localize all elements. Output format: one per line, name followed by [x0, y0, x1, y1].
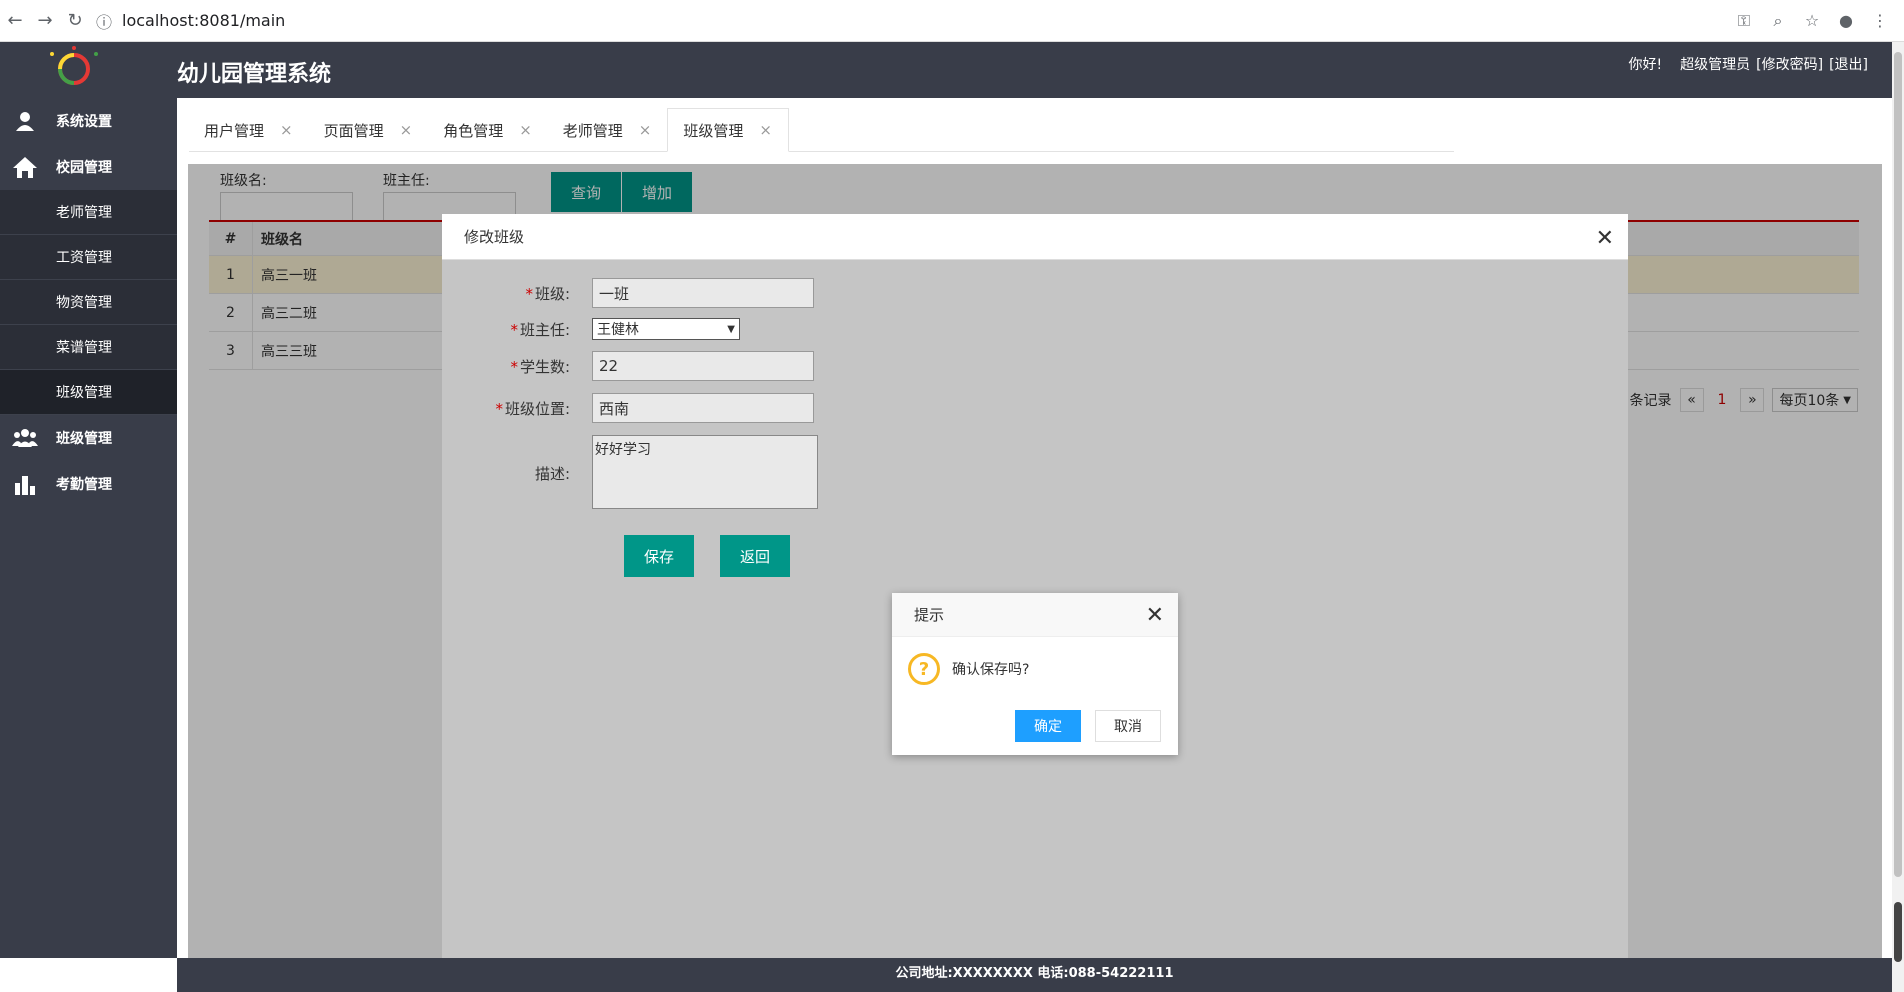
teacher-select[interactable]: 王健林 ▼: [592, 318, 740, 340]
students-label: * 学生数:: [442, 356, 570, 377]
star-icon[interactable]: ☆: [1800, 11, 1824, 30]
sidebar: 系统设置 校园管理 老师管理 工资管理 物资管理 菜谱管理 班级管理 班级管理 …: [0, 98, 177, 958]
close-icon[interactable]: ×: [280, 121, 293, 139]
modal-title: 修改班级: [442, 214, 1628, 260]
sidebar-item-menu[interactable]: 菜谱管理: [0, 325, 177, 370]
sidebar-item-label: 考勤管理: [56, 477, 112, 493]
scrollbar-thumb-lower[interactable]: [1894, 902, 1902, 962]
url-text[interactable]: localhost:8081/main: [122, 11, 285, 30]
sidebar-item-label: 校园管理: [56, 160, 112, 176]
location-field[interactable]: 西南: [592, 393, 814, 423]
key-icon[interactable]: ⚿: [1732, 11, 1756, 31]
user-bar: 你好! 超级管理员 [修改密码] [退出]: [1629, 54, 1869, 74]
chevron-down-icon: ▼: [727, 323, 735, 335]
profile-icon[interactable]: ●: [1834, 11, 1858, 30]
sidebar-item-supplies[interactable]: 物资管理: [0, 280, 177, 325]
sidebar-item-label: 系统设置: [56, 114, 112, 130]
close-icon[interactable]: ×: [639, 121, 652, 139]
tab-label: 老师管理: [562, 121, 623, 140]
tab-label: 用户管理: [204, 121, 265, 140]
sidebar-item-label: 班级管理: [56, 431, 112, 447]
teacher-value: 王健林: [597, 322, 639, 338]
tab-teachers[interactable]: 老师管理 ×: [548, 108, 668, 152]
confirm-dialog: 提示 ✕ ? 确认保存吗? 确定 取消: [892, 593, 1178, 755]
tab-roles[interactable]: 角色管理 ×: [428, 108, 548, 152]
page-scrollbar[interactable]: [1892, 42, 1904, 992]
close-icon[interactable]: ✕: [1596, 226, 1614, 251]
question-icon: ?: [908, 653, 940, 685]
location-label-text: 班级位置:: [504, 399, 570, 418]
tab-pages[interactable]: 页面管理 ×: [309, 108, 429, 152]
browser-toolbar: ← → ↻ ⓘ localhost:8081/main ⚿ ⌕ ☆ ● ⋮: [0, 0, 1904, 42]
required-mark: *: [525, 284, 533, 303]
logout-link[interactable]: [退出]: [1829, 54, 1868, 74]
tab-users[interactable]: 用户管理 ×: [189, 108, 309, 152]
change-password-link[interactable]: [修改密码]: [1756, 54, 1823, 74]
teacher-label: * 班主任:: [442, 319, 570, 340]
required-mark: *: [495, 399, 503, 418]
students-field[interactable]: 22: [592, 351, 814, 381]
tab-label: 页面管理: [323, 121, 384, 140]
tab-label: 角色管理: [443, 121, 504, 140]
description-label: 描述:: [534, 465, 570, 483]
home-icon: [12, 154, 38, 180]
save-button[interactable]: 保存: [624, 535, 694, 577]
teacher-label-text: 班主任:: [519, 320, 570, 339]
sidebar-item-salary[interactable]: 工资管理: [0, 235, 177, 280]
group-icon: [12, 425, 38, 451]
footer: 公司地址:XXXXXXXX 电话:088-54222111: [177, 958, 1892, 992]
required-mark: *: [510, 320, 518, 339]
required-mark: *: [510, 357, 518, 376]
scrollbar-thumb[interactable]: [1894, 52, 1902, 877]
greeting-text: 你好!: [1628, 57, 1663, 73]
sidebar-item-teachers[interactable]: 老师管理: [0, 190, 177, 235]
back-icon[interactable]: ←: [0, 6, 30, 36]
dialog-body: ? 确认保存吗?: [908, 653, 1029, 685]
close-icon[interactable]: ✕: [1146, 603, 1164, 628]
user-icon: [12, 108, 38, 134]
tab-classes[interactable]: 班级管理 ×: [667, 108, 789, 152]
bar-chart-icon: [12, 471, 38, 497]
sidebar-submenu: 老师管理 工资管理 物资管理 菜谱管理 班级管理: [0, 190, 177, 415]
back-button[interactable]: 返回: [720, 535, 790, 577]
location-row: * 班级位置: 西南: [442, 393, 814, 423]
close-icon[interactable]: ×: [400, 121, 413, 139]
app-header: 幼儿园管理系统 你好! 超级管理员 [修改密码] [退出]: [0, 42, 1892, 98]
sidebar-item-attendance[interactable]: 考勤管理: [0, 461, 177, 507]
address-bar[interactable]: ⓘ localhost:8081/main: [96, 9, 1732, 33]
logo-icon: [50, 46, 98, 85]
teacher-row: * 班主任: 王健林 ▼: [442, 318, 740, 340]
app-title: 幼儿园管理系统: [177, 62, 332, 87]
info-icon[interactable]: ⓘ: [96, 9, 112, 33]
dialog-title: 提示: [892, 593, 1178, 637]
students-row: * 学生数: 22: [442, 351, 814, 381]
tab-strip: 用户管理 × 页面管理 × 角色管理 × 老师管理 × 班级管理 ×: [189, 108, 1454, 152]
sidebar-item-campus[interactable]: 校园管理: [0, 144, 177, 190]
sidebar-item-class-management[interactable]: 班级管理: [0, 415, 177, 461]
close-icon[interactable]: ×: [519, 121, 532, 139]
confirm-button[interactable]: 确定: [1015, 710, 1081, 742]
dialog-message: 确认保存吗?: [952, 662, 1030, 678]
footer-text: 公司地址:XXXXXXXX 电话:088-54222111: [895, 966, 1174, 981]
cancel-button[interactable]: 取消: [1095, 710, 1161, 742]
description-textarea[interactable]: 好好学习: [592, 435, 818, 509]
zoom-icon[interactable]: ⌕: [1766, 11, 1790, 31]
class-label: * 班级:: [442, 283, 570, 304]
class-field[interactable]: 一班: [592, 278, 814, 308]
sidebar-item-classes[interactable]: 班级管理: [0, 370, 177, 415]
close-icon[interactable]: ×: [759, 121, 772, 139]
location-label: * 班级位置:: [442, 398, 570, 419]
class-row: * 班级: 一班: [442, 278, 814, 308]
students-label-text: 学生数:: [519, 357, 570, 376]
menu-icon[interactable]: ⋮: [1868, 11, 1892, 30]
current-user: 超级管理员: [1680, 57, 1751, 73]
reload-icon[interactable]: ↻: [60, 6, 90, 36]
description-row: 描述: 好好学习: [442, 435, 818, 509]
sidebar-item-system-settings[interactable]: 系统设置: [0, 98, 177, 144]
class-label-text: 班级:: [534, 284, 570, 303]
forward-icon[interactable]: →: [30, 6, 60, 36]
edit-class-modal: 修改班级 ✕ * 班级: 一班 * 班主任: 王健林 ▼ * 学生数: 22 * 班级位置…: [442, 214, 1628, 958]
tab-label: 班级管理: [683, 121, 744, 140]
